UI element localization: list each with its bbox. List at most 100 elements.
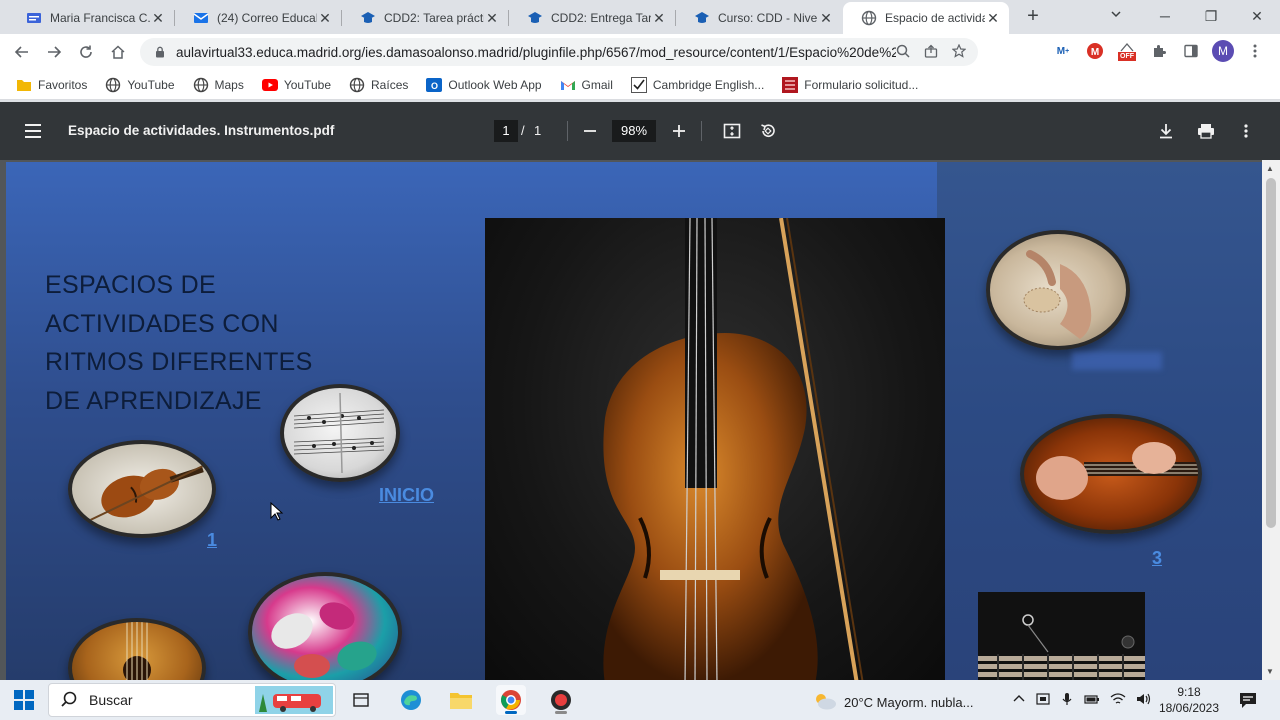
gmail-icon xyxy=(560,77,576,93)
inicio-link[interactable]: INICIO xyxy=(379,485,434,506)
rotate-icon[interactable] xyxy=(756,119,780,143)
fit-to-page-icon[interactable] xyxy=(720,119,744,143)
new-tab-button[interactable]: + xyxy=(1022,6,1044,28)
file-explorer-icon[interactable] xyxy=(446,685,476,715)
task-view-icon[interactable] xyxy=(346,685,376,715)
address-bar[interactable]: aulavirtual33.educa.madrid.org/ies.damas… xyxy=(140,38,978,66)
windows-start-icon[interactable] xyxy=(14,690,34,710)
edge-browser-icon[interactable] xyxy=(396,685,426,715)
restore-icon[interactable]: ❐ xyxy=(1188,0,1234,32)
extension-m-icon[interactable]: M + xyxy=(1052,40,1074,62)
tab-search-chevron-icon[interactable] xyxy=(1110,8,1122,23)
profile-avatar[interactable]: M xyxy=(1212,40,1234,62)
bookmark-maps[interactable]: Maps xyxy=(193,77,244,93)
puzzle-extensions-icon[interactable] xyxy=(1148,40,1170,62)
bookmark-youtube[interactable]: YouTube xyxy=(261,77,332,93)
battery-icon[interactable] xyxy=(1084,692,1100,709)
page-number-input[interactable]: 1 xyxy=(494,120,518,142)
tab-title: CDD2: Tarea práctic... xyxy=(384,11,484,25)
bookmark-raices[interactable]: Raíces xyxy=(349,77,408,93)
divider xyxy=(701,121,702,141)
print-icon[interactable] xyxy=(1194,119,1218,143)
tab-6-active[interactable]: Espacio de actividad... ✕ xyxy=(843,2,1009,34)
close-icon[interactable]: ✕ xyxy=(484,10,500,27)
link-1[interactable]: 1 xyxy=(207,530,217,551)
recorder-app-icon[interactable] xyxy=(546,685,576,715)
colorful-guitars-image[interactable] xyxy=(248,572,402,680)
minimize-icon[interactable]: ─ xyxy=(1142,0,1188,32)
bookmark-cambridge[interactable]: Cambridge English... xyxy=(630,76,764,93)
guitar-image[interactable] xyxy=(68,618,206,680)
bookmark-gmail[interactable]: Gmail xyxy=(560,77,613,93)
side-panel-icon[interactable] xyxy=(1180,40,1202,62)
close-icon[interactable]: ✕ xyxy=(818,10,834,27)
pdf-more-options-icon[interactable] xyxy=(1234,119,1258,143)
scrollbar-thumb[interactable] xyxy=(1266,178,1276,528)
chrome-taskbar-icon[interactable] xyxy=(496,685,526,715)
wifi-icon[interactable] xyxy=(1110,692,1126,709)
scroll-up-arrow-icon[interactable]: ▲ xyxy=(1266,164,1274,173)
violin-thumbnail-image[interactable] xyxy=(68,440,216,538)
taskbar-search-box[interactable]: Buscar xyxy=(48,683,336,717)
xylophone-image[interactable] xyxy=(978,592,1145,680)
tray-app-icon[interactable] xyxy=(1036,692,1050,709)
tab-title: Maria Francisca C... xyxy=(50,11,150,25)
bookmark-star-icon[interactable] xyxy=(951,43,967,61)
reload-icon[interactable] xyxy=(70,36,102,68)
hands-sand-image[interactable] xyxy=(986,230,1130,350)
back-arrow-icon[interactable] xyxy=(6,36,38,68)
weather-widget[interactable]: 20°C Mayorm. nubla... xyxy=(812,691,973,714)
bookmark-label: Raíces xyxy=(371,77,409,92)
bookmark-favoritos[interactable]: Favoritos xyxy=(16,77,87,93)
tab-3[interactable]: CDD2: Tarea práctic... ✕ xyxy=(342,2,508,34)
zoom-level-input[interactable]: 98% xyxy=(612,120,656,142)
guitar-playing-image[interactable] xyxy=(1020,414,1202,534)
scroll-down-arrow-icon[interactable]: ▼ xyxy=(1266,667,1274,676)
home-icon[interactable] xyxy=(102,36,134,68)
globe-icon xyxy=(105,77,121,93)
violin-main-image[interactable] xyxy=(485,218,945,680)
moodle-icon xyxy=(694,10,710,26)
share-icon[interactable] xyxy=(924,44,938,61)
zoom-magnifier-icon[interactable] xyxy=(896,44,910,61)
search-icon xyxy=(61,691,77,710)
close-icon[interactable]: ✕ xyxy=(651,10,667,27)
link-3[interactable]: 3 xyxy=(1152,548,1162,569)
browser-menu-kebab-icon[interactable] xyxy=(1244,40,1266,62)
microphone-icon[interactable] xyxy=(1060,692,1074,709)
bookmark-label: YouTube xyxy=(283,77,332,92)
forward-arrow-icon[interactable] xyxy=(38,36,70,68)
hamburger-menu-icon[interactable] xyxy=(22,120,44,142)
extension-off-icon[interactable]: OFF xyxy=(1116,40,1138,62)
bookmark-label: Outlook Web App xyxy=(448,77,542,92)
close-icon[interactable]: ✕ xyxy=(317,10,333,27)
zoom-in-icon[interactable] xyxy=(667,119,691,143)
close-window-icon[interactable]: ✕ xyxy=(1234,0,1280,32)
tab-4[interactable]: CDD2: Entrega Tare... ✕ xyxy=(509,2,675,34)
close-icon[interactable]: ✕ xyxy=(985,10,1001,27)
moodle-icon xyxy=(360,10,376,26)
lock-icon[interactable] xyxy=(154,46,166,58)
globe-icon xyxy=(861,10,877,26)
bookmark-youtube-globe[interactable]: YouTube xyxy=(105,77,175,93)
notification-center-icon[interactable] xyxy=(1238,690,1258,710)
bookmark-outlook[interactable]: O Outlook Web App xyxy=(426,77,542,93)
bookmarks-bar: Favoritos YouTube Maps YouTube Raíces O … xyxy=(0,70,1280,100)
close-icon[interactable]: ✕ xyxy=(150,10,166,27)
chevron-up-icon[interactable] xyxy=(1012,692,1026,709)
system-clock[interactable]: 9:18 18/06/2023 xyxy=(1152,684,1226,716)
bookmark-formulario[interactable]: Formulario solicitud... xyxy=(782,76,918,93)
url-text[interactable]: aulavirtual33.educa.madrid.org/ies.damas… xyxy=(176,45,896,60)
zoom-out-icon[interactable] xyxy=(578,119,602,143)
sheet-music-image[interactable] xyxy=(280,384,400,482)
tab-1[interactable]: Maria Francisca C... ✕ xyxy=(8,2,174,34)
volume-icon[interactable] xyxy=(1136,692,1152,709)
pdf-viewport[interactable]: ESPACIOS DE ACTIVIDADES CON RITMOS DIFER… xyxy=(0,160,1262,680)
extension-red-m-icon[interactable]: M xyxy=(1084,40,1106,62)
check-icon xyxy=(630,76,647,93)
download-icon[interactable] xyxy=(1154,119,1178,143)
vertical-scrollbar[interactable]: ▲ ▼ xyxy=(1262,160,1280,680)
divider xyxy=(567,121,568,141)
tab-5[interactable]: Curso: CDD - Nivel ... ✕ xyxy=(676,2,842,34)
tab-2[interactable]: (24) Correo EducaM... ✕ xyxy=(175,2,341,34)
